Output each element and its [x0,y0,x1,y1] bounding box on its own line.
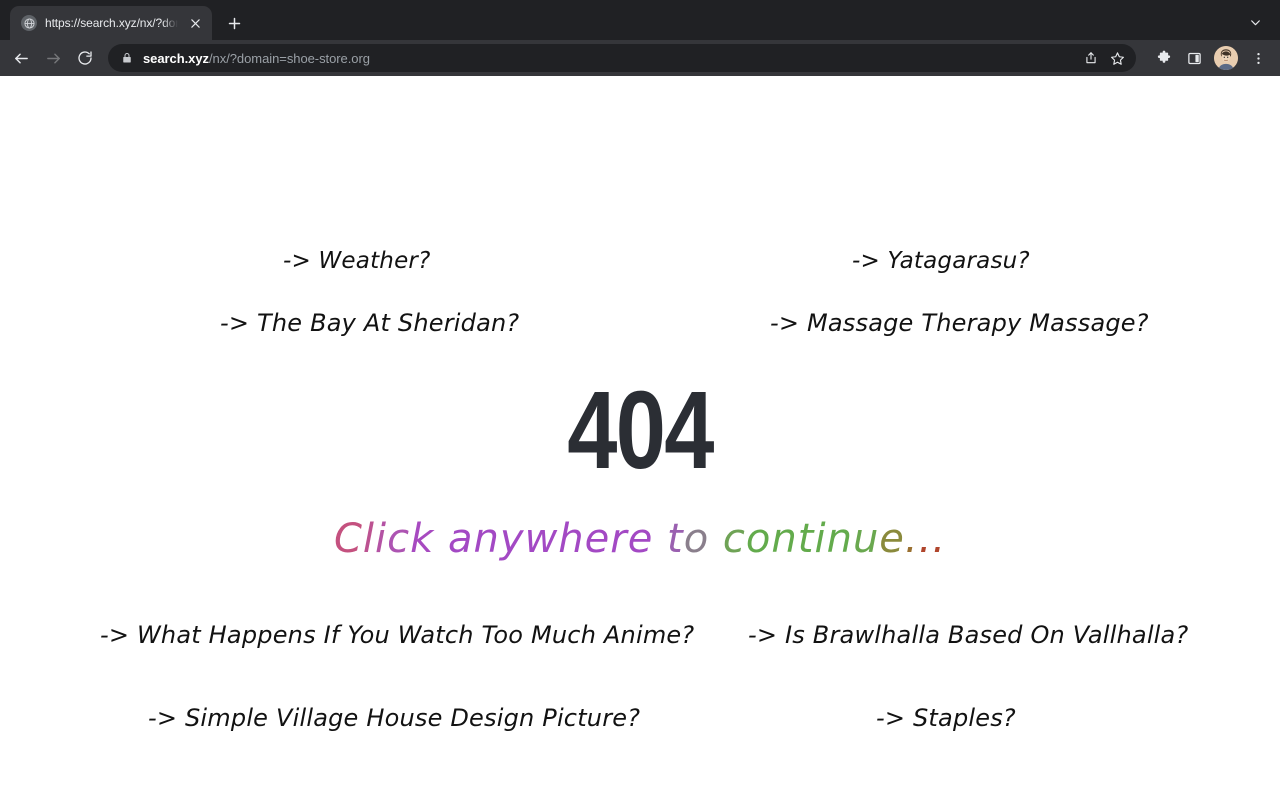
tagline-char: n [826,516,853,562]
star-icon[interactable] [1104,45,1130,71]
tagline-char: c [722,516,746,562]
click-anywhere-tagline[interactable]: Click anywhere to continue... [0,516,1280,562]
chevron-down-icon[interactable] [1244,11,1266,33]
tagline-char: a [448,516,474,562]
side-panel-icon[interactable] [1180,44,1208,72]
suggestion-staples[interactable]: -> Staples? [876,704,1016,732]
browser-tab[interactable]: https://search.xyz/nx/?domain= [10,6,212,40]
tagline-char: i [375,516,388,562]
tagline-char: e [879,516,905,562]
tagline-char: u [852,516,880,562]
tagline-char: i [814,516,827,562]
puzzle-piece-icon[interactable] [1150,44,1178,72]
suggestion-yatagarasu[interactable]: -> Yatagarasu? [852,248,1030,274]
suggestion-massage-therapy-massage[interactable]: -> Massage Therapy Massage? [770,309,1149,337]
tagline-char: e [584,516,611,562]
tagline-char: n [771,516,798,562]
page-title: 404 [567,369,714,492]
browser-chrome: https://search.xyz/nx/?domain= [0,0,1280,76]
suggestion-simple-village-house-design-picture[interactable]: -> Simple Village House Design Picture? [148,704,640,732]
tagline-char [653,516,667,562]
tagline-char: . [918,516,933,562]
suggestion-what-happens-if-you-watch-too-much-anime[interactable]: -> What Happens If You Watch Too Much An… [100,621,694,649]
suggestion-the-bay-at-sheridan[interactable]: -> The Bay At Sheridan? [220,309,519,337]
tagline-char: w [524,516,559,562]
tagline-char: t [667,516,684,562]
close-icon[interactable] [186,14,204,32]
page-content[interactable]: -> Weather? -> Yatagarasu? -> The Bay At… [0,76,1280,800]
url-host: search.xyz [143,50,209,66]
tagline-char: e [627,516,654,562]
tagline-char [434,516,448,562]
reload-icon[interactable] [70,43,100,73]
url-path: /nx/?domain=shoe-store.org [209,50,370,66]
three-dot-menu-icon[interactable] [1244,44,1272,72]
tagline-char: l [362,516,375,562]
suggestion-weather[interactable]: -> Weather? [283,248,430,274]
tagline-char: C [333,516,363,562]
new-tab-icon[interactable] [220,9,248,37]
url-text: search.xyz/nx/?domain=shoe-store.org [143,51,1078,66]
tagline-char: h [558,516,585,562]
back-arrow-icon[interactable] [6,43,36,73]
tagline-char: t [797,516,815,562]
tagline-char: y [499,516,525,562]
avatar[interactable] [1214,46,1238,70]
tagline-char: o [745,516,772,562]
browser-toolbar: search.xyz/nx/?domain=shoe-store.org [0,40,1280,76]
tagline-char: c [387,516,411,562]
tagline-char: n [473,516,500,562]
tagline-char [709,516,723,562]
suggestion-is-brawlhalla-based-on-vallhalla[interactable]: -> Is Brawlhalla Based On Vallhalla? [748,621,1188,649]
tagline-char: . [932,516,947,562]
tagline-char: o [683,516,710,562]
tagline-char: . [904,516,919,562]
omnibox[interactable]: search.xyz/nx/?domain=shoe-store.org [108,44,1136,72]
lock-icon [121,52,133,64]
share-icon[interactable] [1078,45,1104,71]
forward-arrow-icon [38,43,68,73]
tab-strip: https://search.xyz/nx/?domain= [0,0,1280,40]
globe-icon [21,15,37,31]
tagline-char: r [610,516,628,562]
tab-title: https://search.xyz/nx/?domain= [45,16,178,30]
tagline-char: k [410,516,435,562]
